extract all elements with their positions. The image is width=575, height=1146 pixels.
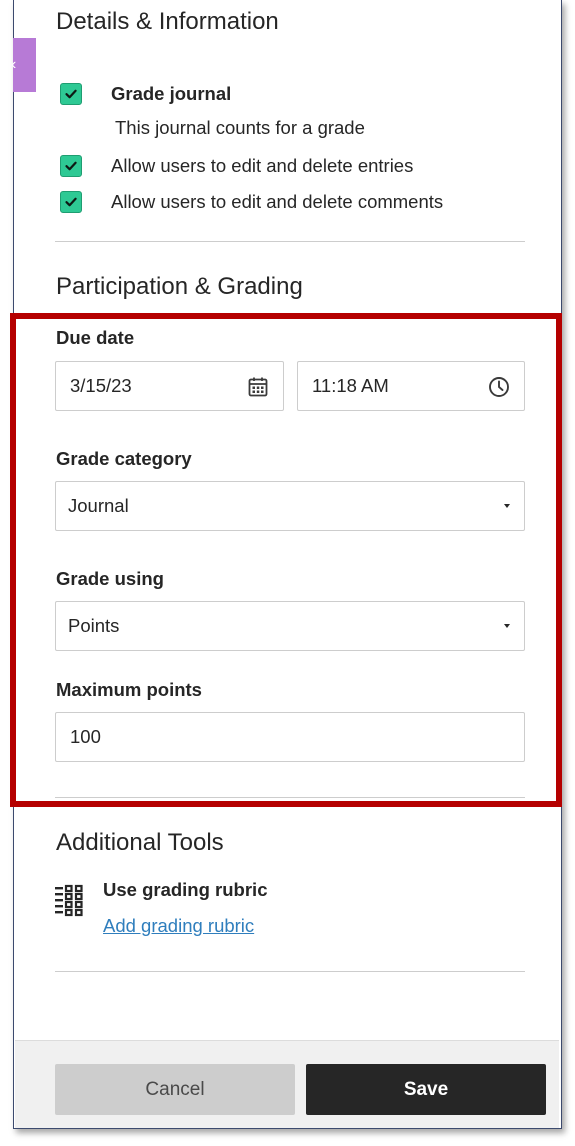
allow-edit-comments-checkbox[interactable] <box>60 191 82 213</box>
maximum-points-label: Maximum points <box>56 679 202 700</box>
grade-using-value: Points <box>68 615 120 636</box>
checkmark-icon <box>65 197 77 207</box>
allow-edit-entries-checkbox[interactable] <box>60 155 82 177</box>
details-heading: Details & Information <box>56 8 279 35</box>
grade-category-select[interactable]: Journal <box>55 481 525 531</box>
allow-edit-entries-option[interactable]: Allow users to edit and delete entries <box>60 155 413 177</box>
chevron-left-icon: ‹ <box>11 56 17 73</box>
allow-edit-comments-option[interactable]: Allow users to edit and delete comments <box>60 191 443 213</box>
due-date-value: 3/15/23 <box>70 375 132 396</box>
rubric-grid-icon <box>55 884 83 917</box>
grade-using-select[interactable]: Points <box>55 601 525 651</box>
section-divider <box>55 241 525 242</box>
due-date-input[interactable]: 3/15/23 <box>55 361 284 411</box>
section-divider <box>55 797 525 798</box>
cancel-button[interactable]: Cancel <box>55 1064 295 1115</box>
allow-edit-comments-label: Allow users to edit and delete comments <box>111 191 444 212</box>
allow-edit-entries-label: Allow users to edit and delete entries <box>111 155 414 176</box>
section-divider <box>55 971 525 972</box>
calendar-icon[interactable] <box>246 375 270 399</box>
dropdown-caret-icon <box>504 504 510 508</box>
grade-category-value: Journal <box>68 495 129 516</box>
grade-journal-option[interactable]: Grade journal <box>60 83 231 105</box>
grade-using-label: Grade using <box>56 568 164 589</box>
checkmark-icon <box>65 89 77 99</box>
dropdown-caret-icon <box>504 624 510 628</box>
maximum-points-value: 100 <box>70 726 101 747</box>
maximum-points-input[interactable]: 100 <box>55 712 525 762</box>
due-date-label: Due date <box>56 327 135 348</box>
due-time-input[interactable]: 11:18 AM <box>297 361 525 411</box>
checkmark-icon <box>65 161 77 171</box>
additional-tools-heading: Additional Tools <box>56 829 224 856</box>
add-grading-rubric-link[interactable]: Add grading rubric <box>103 915 254 937</box>
grade-journal-description: This journal counts for a grade <box>115 117 365 138</box>
grade-journal-label: Grade journal <box>111 83 232 104</box>
save-button[interactable]: Save <box>306 1064 546 1115</box>
clock-icon[interactable] <box>487 375 511 399</box>
due-time-value: 11:18 AM <box>312 375 389 396</box>
rubric-title: Use grading rubric <box>103 879 268 900</box>
participation-heading: Participation & Grading <box>56 273 303 300</box>
grade-category-label: Grade category <box>56 448 192 469</box>
grade-journal-checkbox[interactable] <box>60 83 82 105</box>
collapse-panel-tab[interactable]: ‹ <box>11 38 36 92</box>
